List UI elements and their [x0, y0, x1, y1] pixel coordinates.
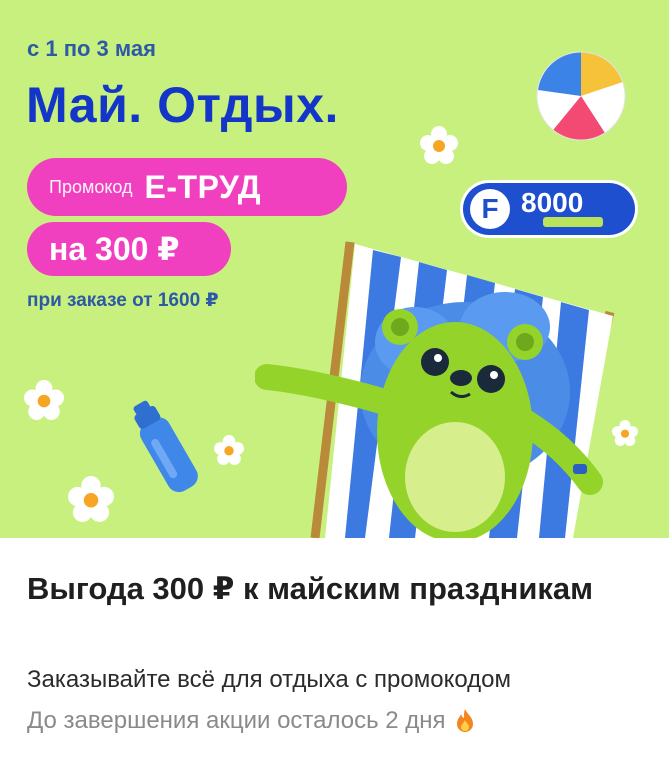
discount-amount-pill: на 300 ₽	[27, 222, 231, 276]
promo-card[interactable]: с 1 по 3 мая Май. Отдых. Промокод Е-ТРУД…	[0, 0, 669, 768]
bonus-points-value: 8000	[521, 187, 584, 218]
beach-ball-icon	[536, 51, 626, 141]
bonus-badge-stripe	[543, 217, 603, 227]
deck-chair-mascot-illustration	[255, 241, 615, 538]
promo-banner[interactable]: с 1 по 3 мая Май. Отдых. Промокод Е-ТРУД…	[0, 0, 669, 538]
promo-subtitle: Заказывайте всё для отдыха с промокодом	[27, 666, 512, 693]
discount-amount: на 300 ₽	[49, 231, 180, 267]
promo-countdown: До завершения акции осталось 2 дня	[27, 707, 476, 735]
promo-title: Выгода 300 ₽ к майским праздникам	[27, 571, 594, 606]
min-order-note: при заказе от 1600 ₽	[27, 290, 219, 311]
promo-code-label: Промокод	[49, 176, 133, 197]
flower-icon	[214, 435, 244, 465]
countdown-text: До завершения акции осталось 2 дня	[27, 707, 446, 734]
fire-icon	[456, 709, 473, 732]
flower-icon	[420, 126, 458, 164]
bonus-logo-icon: F	[470, 189, 510, 229]
promo-code-pill: Промокод Е-ТРУД	[27, 158, 347, 216]
flower-icon	[24, 380, 64, 420]
promo-code-value: Е-ТРУД	[144, 168, 262, 205]
banner-headline: Май. Отдых.	[26, 77, 339, 133]
promo-dates: с 1 по 3 мая	[27, 36, 156, 61]
water-bottle-icon	[133, 400, 198, 493]
flower-icon	[68, 476, 114, 522]
bonus-points-badge: F 8000	[463, 183, 635, 235]
